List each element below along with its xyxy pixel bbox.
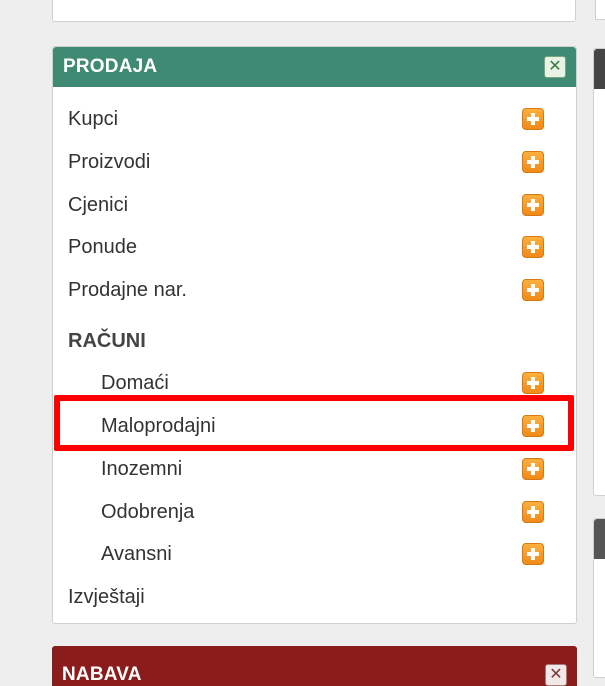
right-panel — [593, 48, 605, 496]
menu-item-inozemni[interactable]: Inozemni — [101, 454, 544, 484]
right-panel-bottom-header — [594, 519, 605, 559]
menu-item-label: Ponude — [68, 235, 137, 258]
right-panel-top — [595, 0, 605, 20]
menu-item-avansni[interactable]: Avansni — [101, 539, 544, 569]
menu-item-prodajne-nar[interactable]: Prodajne nar. — [68, 275, 544, 305]
menu-item-odobrenja[interactable]: Odobrenja — [101, 497, 544, 527]
right-panel-bottom — [593, 518, 605, 678]
add-icon[interactable] — [522, 236, 544, 258]
menu-item-label: Cjenici — [68, 193, 129, 216]
menu-item-label: Inozemni — [101, 457, 183, 480]
menu-item-label: Izvještaji — [68, 585, 145, 608]
right-panel-header — [594, 49, 605, 89]
prodaja-panel: PRODAJA ✕ Kupci Proizvodi Cjenici Ponude… — [52, 46, 577, 624]
menu-item-label: Kupci — [68, 107, 119, 130]
menu-item-label: Domaći — [101, 371, 169, 394]
menu-item-cjenici[interactable]: Cjenici — [68, 190, 544, 220]
close-icon[interactable]: ✕ — [545, 664, 567, 686]
add-icon[interactable] — [522, 279, 544, 301]
menu-item-domaci[interactable]: Domaći — [101, 368, 544, 398]
menu-item-izvjestaji[interactable]: Izvještaji — [68, 582, 544, 612]
menu-item-kupci[interactable]: Kupci — [68, 104, 544, 134]
highlight-box — [54, 395, 574, 451]
add-icon[interactable] — [522, 194, 544, 216]
panel-title: NABAVA — [62, 664, 142, 685]
add-icon[interactable] — [522, 151, 544, 173]
menu-item-label: Prodajne nar. — [68, 278, 187, 301]
close-icon[interactable]: ✕ — [544, 56, 566, 78]
menu-item-ponude[interactable]: Ponude — [68, 232, 544, 262]
add-icon[interactable] — [522, 458, 544, 480]
add-icon[interactable] — [522, 501, 544, 523]
menu-item-label: Avansni — [101, 542, 172, 565]
menu-item-proizvodi[interactable]: Proizvodi — [68, 147, 544, 177]
section-title-racuni: RAČUNI — [68, 329, 146, 352]
nabava-panel-header: NABAVA ✕ — [52, 646, 577, 686]
add-icon[interactable] — [522, 108, 544, 130]
panel-header: PRODAJA ✕ — [53, 47, 576, 87]
previous-panel — [52, 0, 576, 22]
panel-title: PRODAJA — [63, 56, 158, 77]
add-icon[interactable] — [522, 543, 544, 565]
menu-item-label: Odobrenja — [101, 500, 195, 523]
add-icon[interactable] — [522, 372, 544, 394]
menu-item-label: Proizvodi — [68, 150, 151, 173]
